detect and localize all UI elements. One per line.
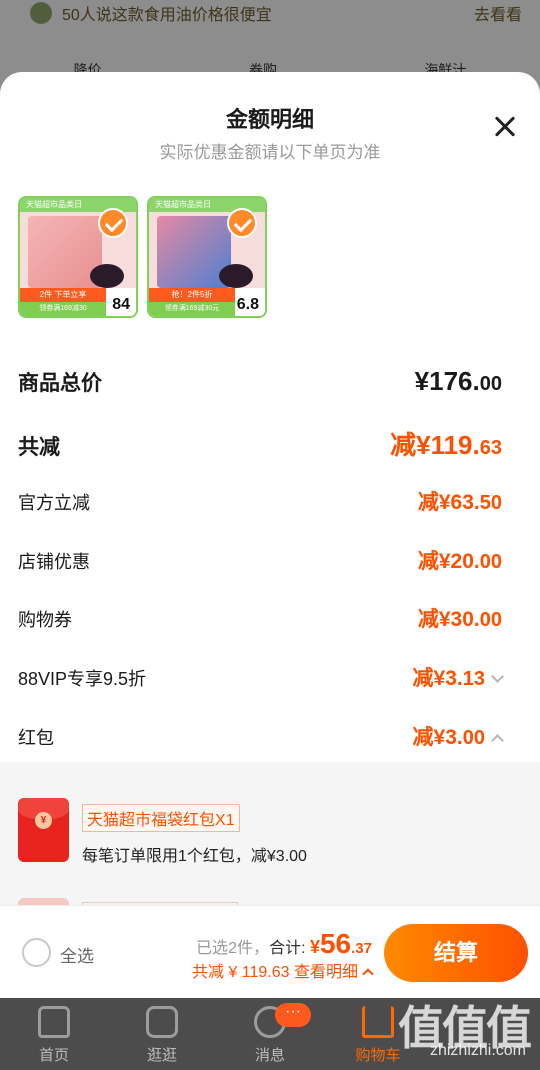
total-reduce-int: 减¥119.	[390, 430, 480, 460]
selection-summary: 已选2件，合计: ¥56.37	[196, 928, 372, 960]
total-price-int: ¥176.	[414, 366, 480, 396]
amount-detail-sheet: 金额明细 实际优惠金额请以下单页为准 天猫超市品类日 2件 下单立享 领券满16…	[0, 72, 540, 998]
checkmark-icon[interactable]	[98, 208, 128, 238]
vip-discount-int: 减¥3.	[412, 667, 463, 690]
shop-discount-label: 店铺优惠	[18, 552, 90, 572]
tab-label: 首页	[38, 1047, 69, 1064]
shop-discount-value: 减¥20.00	[418, 545, 502, 575]
select-all-radio[interactable]	[22, 938, 51, 967]
coin-icon: ¥	[35, 812, 52, 829]
total-reduce-value: 减¥119.63	[390, 425, 502, 462]
cart-icon	[362, 1006, 394, 1038]
coupon-dec: 00	[479, 609, 502, 631]
chevron-up-icon	[362, 968, 374, 980]
shop-discount-int: 减¥20.	[417, 550, 480, 573]
coupon-label: 购物券	[18, 610, 72, 630]
shop-discount-row: 店铺优惠 减¥20.00	[18, 545, 502, 575]
chevron-down-icon[interactable]	[491, 670, 504, 683]
message-badge: ···	[275, 1003, 311, 1027]
vip-discount-value: 减¥3.13	[412, 662, 504, 692]
total-amount: 56	[319, 928, 352, 959]
selected-count: 已选2件，	[196, 940, 270, 957]
chevron-up-icon[interactable]	[491, 734, 504, 747]
redpacket-name: 天猫超市福袋红包X1	[82, 804, 240, 832]
checkout-button[interactable]: 结算	[384, 924, 528, 982]
checkout-bar: 全选 已选2件，合计: ¥56.37 共减 ¥ 119.63 查看明细 结算	[0, 905, 540, 998]
thumb-price: 6.8	[236, 296, 259, 313]
thumb-coupon: 领券满169减30	[20, 302, 106, 316]
checkmark-icon[interactable]	[227, 208, 257, 238]
redpacket-row[interactable]: 红包 减¥3.00	[18, 721, 504, 751]
redpacket-dec: 00	[462, 727, 485, 749]
official-discount-label: 官方立减	[18, 493, 90, 513]
coupon-value: 减¥30.00	[418, 603, 502, 633]
total-reduce-row: 共减 减¥119.63	[18, 425, 502, 462]
redpacket-value: 减¥3.00	[412, 721, 504, 751]
red-envelope-icon: ¥	[18, 798, 69, 862]
vip-discount-row[interactable]: 88VIP专享9.5折 减¥3.13	[18, 662, 504, 692]
vip-discount-label: 88VIP专享9.5折	[18, 669, 147, 689]
official-discount-value: 减¥63.50	[418, 486, 502, 516]
reduce-summary: 共减 ¥ 119.63 查看明细	[192, 964, 358, 981]
total-price-value: ¥176.00	[415, 366, 502, 397]
official-discount-int: 减¥63.	[417, 491, 480, 514]
redpacket-description: 每笔订单限用1个红包，减¥3.00	[82, 848, 307, 865]
select-all-label[interactable]: 全选	[60, 942, 94, 967]
total-reduce-label: 共减	[18, 436, 60, 459]
total-amount-dec: .37	[351, 940, 372, 957]
thumb-promo: 2件 下单立享	[20, 288, 106, 302]
product-thumbnail[interactable]: 天猫超市品类日 2件 下单立享 领券满169减30 84	[18, 196, 138, 318]
product-image	[219, 264, 253, 288]
shop-discount-dec: 00	[479, 551, 502, 573]
official-discount-dec: 50	[479, 492, 502, 514]
browse-icon	[146, 1006, 178, 1038]
total-label: 合计:	[269, 940, 310, 957]
sheet-title: 金额明细	[225, 107, 314, 132]
tab-label: 消息	[254, 1047, 285, 1064]
vip-discount-dec: 13	[462, 668, 485, 690]
coupon-row: 购物券 减¥30.00	[18, 603, 502, 633]
redpacket-label: 红包	[18, 728, 54, 748]
product-thumbnails: 天猫超市品类日 2件 下单立享 领券满169减30 84 天猫超市品类日 抢！2…	[18, 196, 267, 318]
tab-label: 逛逛	[146, 1047, 177, 1064]
thumb-coupon: 领券满169减30元	[149, 302, 235, 316]
product-image	[90, 264, 124, 288]
redpacket-int: 减¥3.	[412, 726, 463, 749]
watermark-site: zhizhizhi.com	[429, 1042, 526, 1059]
total-price-label: 商品总价	[18, 372, 102, 395]
sheet-subtitle: 实际优惠金额请以下单页为准	[159, 143, 381, 162]
tab-browse[interactable]: 逛逛	[108, 998, 216, 1070]
official-discount-row: 官方立减 减¥63.50	[18, 486, 502, 516]
close-icon[interactable]	[490, 112, 520, 142]
thumb-price-band: 抢！2件5折 领券满169减30元 6.8	[149, 288, 265, 316]
thumb-promo: 抢！2件5折	[149, 288, 235, 302]
currency-symbol: ¥	[309, 937, 320, 957]
home-icon	[38, 1006, 70, 1038]
total-price-dec: 00	[479, 373, 502, 395]
total-reduce-dec: 63	[479, 437, 502, 459]
thumb-price: 84	[112, 296, 130, 313]
total-price-row: 商品总价 ¥176.00	[18, 366, 502, 397]
view-detail-link[interactable]: 共减 ¥ 119.63 查看明细	[192, 958, 374, 982]
coupon-int: 减¥30.	[417, 608, 480, 631]
product-thumbnail[interactable]: 天猫超市品类日 抢！2件5折 领券满169减30元 6.8	[147, 196, 267, 318]
tab-home[interactable]: 首页	[0, 998, 108, 1070]
thumb-price-band: 2件 下单立享 领券满169减30 84	[20, 288, 136, 316]
